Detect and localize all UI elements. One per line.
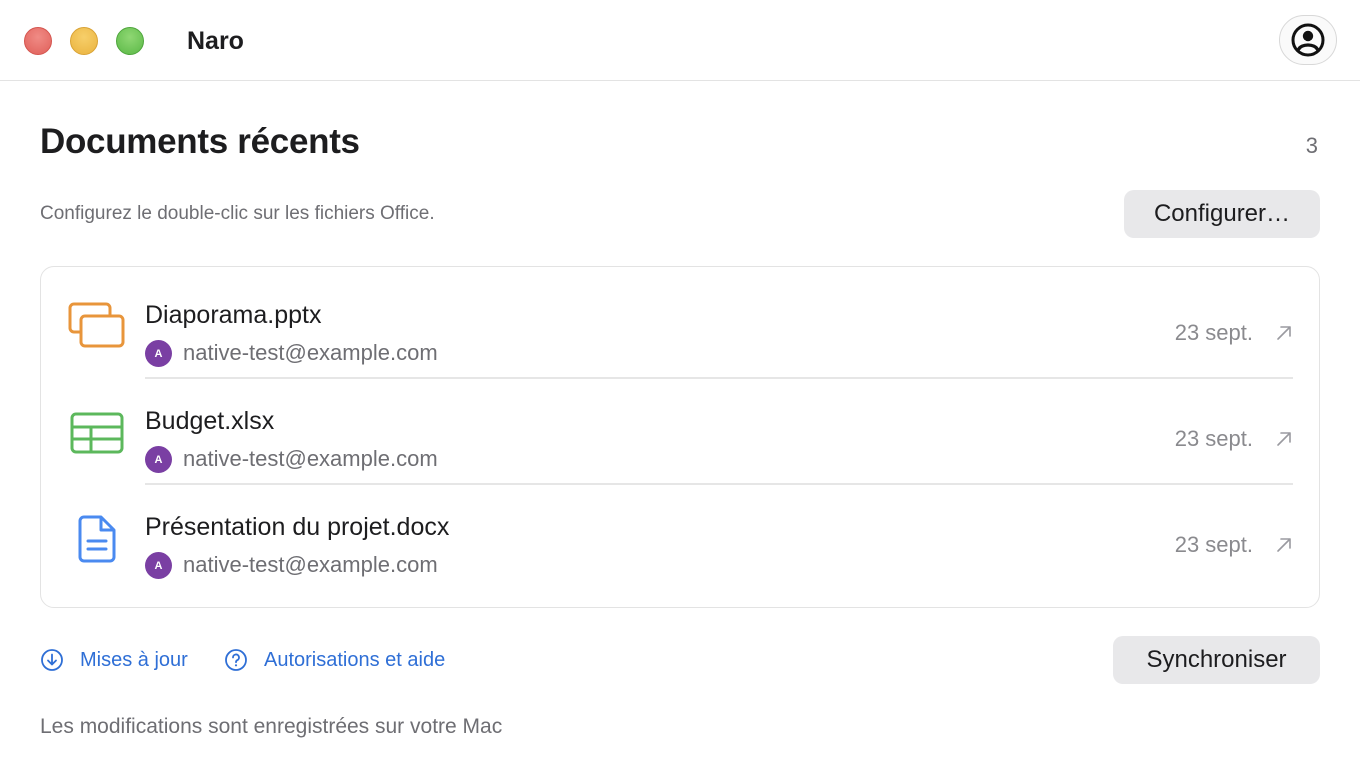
document-owner: native-test@example.com bbox=[183, 552, 438, 577]
user-circle-icon bbox=[1291, 23, 1325, 57]
permissions-help-link[interactable]: Autorisations et aide bbox=[224, 648, 445, 672]
avatar: A bbox=[145, 340, 172, 367]
configure-button[interactable]: Configurer… bbox=[1124, 190, 1320, 238]
document-row[interactable]: Budget.xlsx A native-test@example.com 23… bbox=[41, 379, 1319, 485]
zoom-window-button[interactable] bbox=[116, 27, 144, 55]
updates-link-label: Mises à jour bbox=[80, 649, 188, 671]
document-name: Budget.xlsx bbox=[145, 407, 275, 435]
document-name: Diaporama.pptx bbox=[145, 301, 322, 329]
document-row[interactable]: Présentation du projet.docx A native-tes… bbox=[41, 485, 1319, 591]
document-date: 23 sept. bbox=[1174, 532, 1253, 557]
document-row[interactable]: Diaporama.pptx A native-test@example.com… bbox=[41, 273, 1319, 379]
avatar: A bbox=[145, 446, 172, 473]
document-count: 3 bbox=[1305, 133, 1318, 158]
permissions-help-link-label: Autorisations et aide bbox=[264, 649, 446, 671]
minimize-window-button[interactable] bbox=[70, 27, 98, 55]
page-title: Documents récents bbox=[40, 122, 360, 161]
account-button[interactable] bbox=[1279, 15, 1337, 65]
download-circle-icon bbox=[41, 649, 63, 671]
configure-description: Configurez le double-clic sur les fichie… bbox=[40, 203, 435, 224]
open-external-icon[interactable] bbox=[1275, 324, 1293, 342]
open-external-icon[interactable] bbox=[1275, 430, 1293, 448]
sync-button[interactable]: Synchroniser bbox=[1113, 636, 1320, 684]
title-bar: Naro bbox=[0, 0, 1360, 81]
document-owner: native-test@example.com bbox=[183, 340, 438, 365]
close-window-button[interactable] bbox=[24, 27, 52, 55]
spreadsheet-icon bbox=[65, 401, 129, 465]
recent-documents-list: Diaporama.pptx A native-test@example.com… bbox=[40, 266, 1320, 608]
open-external-icon[interactable] bbox=[1275, 536, 1293, 554]
question-circle-icon bbox=[225, 649, 247, 671]
document-date: 23 sept. bbox=[1174, 320, 1253, 345]
document-date: 23 sept. bbox=[1174, 426, 1253, 451]
updates-link[interactable]: Mises à jour bbox=[40, 648, 188, 672]
presentation-icon bbox=[65, 295, 129, 359]
save-status-text: Les modifications sont enregistrées sur … bbox=[40, 715, 503, 738]
app-title: Naro bbox=[187, 27, 244, 55]
avatar: A bbox=[145, 552, 172, 579]
document-owner: native-test@example.com bbox=[183, 446, 438, 471]
document-name: Présentation du projet.docx bbox=[145, 513, 450, 541]
document-icon bbox=[65, 507, 129, 571]
